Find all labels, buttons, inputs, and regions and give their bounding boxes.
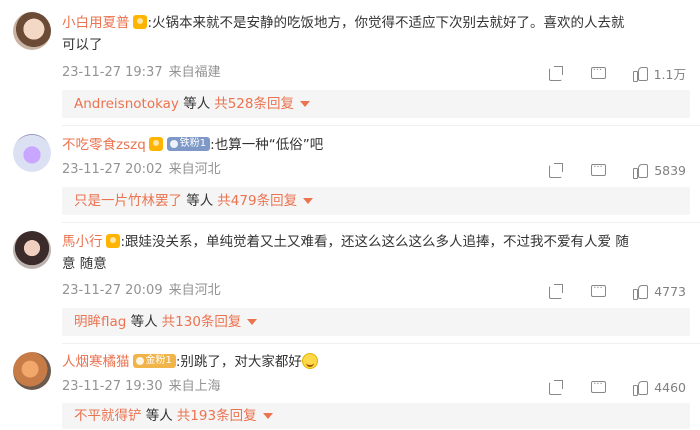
comment-meta: 23-11-27 19:30 来自上海 (62, 377, 221, 397)
avatar[interactable] (13, 352, 51, 390)
comment-icon (590, 379, 607, 395)
reply-user[interactable]: Andreisnotokay (74, 96, 179, 112)
share-button[interactable] (548, 283, 564, 299)
thumbs-up-icon (632, 379, 649, 396)
comment-actions: 1.1万 (522, 63, 686, 83)
comment-icon (590, 65, 606, 81)
like-count: 5839 (654, 162, 686, 178)
timestamp: 23-11-27 19:37 (62, 65, 163, 80)
divider (62, 343, 700, 344)
vip-crown-icon (132, 15, 147, 29)
reply-user[interactable]: 只是一片竹林罢了 (74, 193, 182, 209)
thumbs-up-icon (632, 162, 649, 179)
divider (62, 222, 700, 223)
share-button[interactable] (548, 379, 564, 395)
reply-user[interactable]: 明眸flag (74, 314, 126, 330)
reply-user[interactable]: 不平就得铲 (74, 408, 142, 424)
chevron-down-icon (300, 101, 310, 107)
comment-text: 人烟寒橘猫 金粉1:别跳了，对大家都好 (62, 351, 690, 373)
username[interactable]: 小白用夏普 (62, 15, 130, 31)
location: 来自福建 (168, 65, 221, 80)
reply-count[interactable]: 共528条回复 (214, 96, 294, 112)
comment-text: 不吃零食zszq 铁粉1:也算一种“低俗”吧 (62, 137, 324, 153)
avatar[interactable] (13, 231, 51, 269)
like-count: 4773 (654, 283, 686, 299)
location: 来自河北 (168, 283, 221, 298)
reply-count[interactable]: 共479条回复 (217, 193, 297, 209)
comment-text: 小白用夏普:火锅本来就不是安静的吃饭地方，你觉得不适应下次别去就好了。喜欢的人去… (62, 15, 625, 53)
reply-button[interactable] (590, 65, 606, 81)
timestamp: 23-11-27 20:02 (62, 162, 163, 177)
comment-meta: 23-11-27 19:37 来自福建 (62, 63, 221, 83)
comment-icon (590, 162, 607, 178)
share-icon (548, 379, 564, 395)
share-button[interactable] (548, 65, 564, 81)
share-icon (548, 65, 564, 81)
fan-badge: 金粉1 (132, 354, 176, 368)
like-button[interactable]: 5839 (632, 162, 686, 179)
comment-meta: 23-11-27 20:02 来自河北 (62, 160, 221, 180)
like-button[interactable]: 4773 (632, 283, 686, 300)
thumbs-up-icon (632, 65, 648, 82)
share-icon (548, 283, 564, 299)
comment-text: 馬小行:跟娃没关系，单纯觉着又土又难看，还这么这么这么多人追捧，不过我不爱有人爱… (62, 234, 629, 272)
comment-icon (590, 283, 607, 299)
chevron-down-icon (262, 413, 273, 419)
timestamp: 23-11-27 20:09 (62, 283, 163, 298)
reply-button[interactable] (590, 162, 607, 178)
avatar[interactable] (13, 12, 51, 50)
like-button[interactable]: 4460 (632, 379, 686, 396)
divider (62, 125, 700, 126)
grinning-emoji-icon (301, 353, 318, 369)
reply-count[interactable]: 共130条回复 (162, 314, 242, 330)
comment-actions: 4773 (522, 281, 686, 301)
like-count: 1.1万 (653, 66, 686, 82)
reply-count[interactable]: 共193条回复 (177, 408, 257, 424)
username[interactable]: 不吃零食zszq (62, 137, 146, 153)
chevron-down-icon (247, 319, 258, 325)
username[interactable]: 馬小行 (62, 234, 103, 250)
like-button[interactable]: 1.1万 (632, 64, 686, 83)
vip-crown-icon (148, 137, 163, 151)
replies-bar[interactable]: 明眸flag 等人 共130条回复 (62, 308, 690, 336)
share-button[interactable] (548, 162, 564, 178)
replies-bar[interactable]: Andreisnotokay 等人 共528条回复 (62, 90, 690, 118)
like-count: 4460 (654, 379, 686, 395)
location: 来自河北 (168, 162, 221, 177)
reply-button[interactable] (590, 379, 607, 395)
comment-meta: 23-11-27 20:09 来自河北 (62, 281, 221, 301)
fan-badge: 铁粉1 (166, 137, 211, 151)
share-icon (548, 162, 564, 178)
replies-bar[interactable]: 不平就得铲 等人 共193条回复 (62, 403, 690, 429)
comment-actions: 5839 (522, 160, 686, 180)
reply-button[interactable] (590, 283, 607, 299)
location: 来自上海 (168, 379, 221, 394)
avatar[interactable] (13, 134, 51, 172)
timestamp: 23-11-27 19:30 (62, 379, 163, 394)
comment-actions: 4460 (522, 377, 686, 397)
replies-bar[interactable]: 只是一片竹林罢了 等人 共479条回复 (62, 187, 690, 215)
vip-crown-icon (105, 234, 120, 248)
thumbs-up-icon (632, 283, 649, 300)
username[interactable]: 人烟寒橘猫 (62, 354, 130, 370)
chevron-down-icon (303, 198, 314, 204)
